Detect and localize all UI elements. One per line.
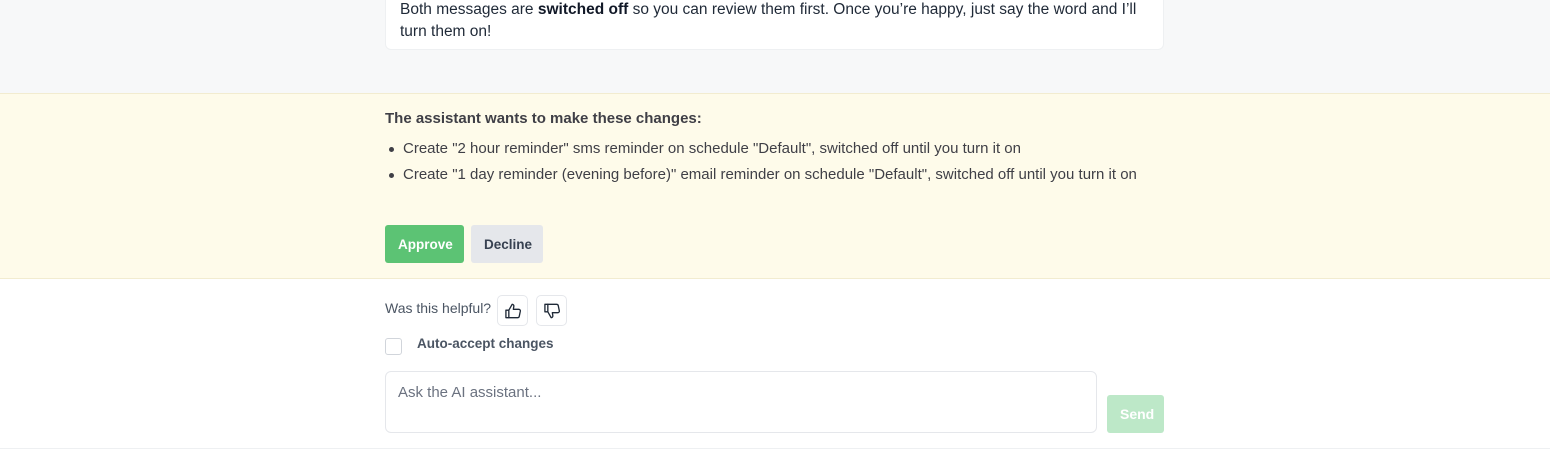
assistant-chat-panel: Both messages are switched off so you ca… [0, 0, 1568, 451]
message-text-before: Both messages are [400, 1, 538, 18]
chat-history: Both messages are switched off so you ca… [0, 0, 1550, 93]
scrollbar[interactable] [1550, 0, 1568, 451]
auto-accept-label[interactable]: Auto-accept changes [417, 336, 554, 351]
approve-button[interactable]: Approve [385, 225, 464, 263]
thumbs-down-icon [543, 303, 560, 318]
change-approval-panel: The assistant wants to make these change… [0, 93, 1550, 279]
bottom-divider [0, 448, 1550, 449]
message-text-bold: switched off [537, 1, 629, 18]
change-item: Create "1 day reminder (evening before)"… [385, 164, 1160, 186]
thumbs-up-icon [504, 303, 521, 318]
approval-title: The assistant wants to make these change… [385, 110, 702, 127]
change-list: Create "2 hour reminder" sms reminder on… [385, 138, 1160, 190]
chat-input[interactable] [385, 371, 1097, 433]
send-button[interactable]: Send [1107, 395, 1164, 433]
decline-button[interactable]: Decline [471, 225, 543, 263]
change-item: Create "2 hour reminder" sms reminder on… [385, 138, 1160, 160]
feedback-label: Was this helpful? [385, 300, 492, 316]
auto-accept-checkbox[interactable] [385, 338, 402, 355]
thumbs-down-button[interactable] [536, 295, 567, 326]
assistant-message: Both messages are switched off so you ca… [385, 0, 1164, 50]
thumbs-up-button[interactable] [497, 295, 528, 326]
